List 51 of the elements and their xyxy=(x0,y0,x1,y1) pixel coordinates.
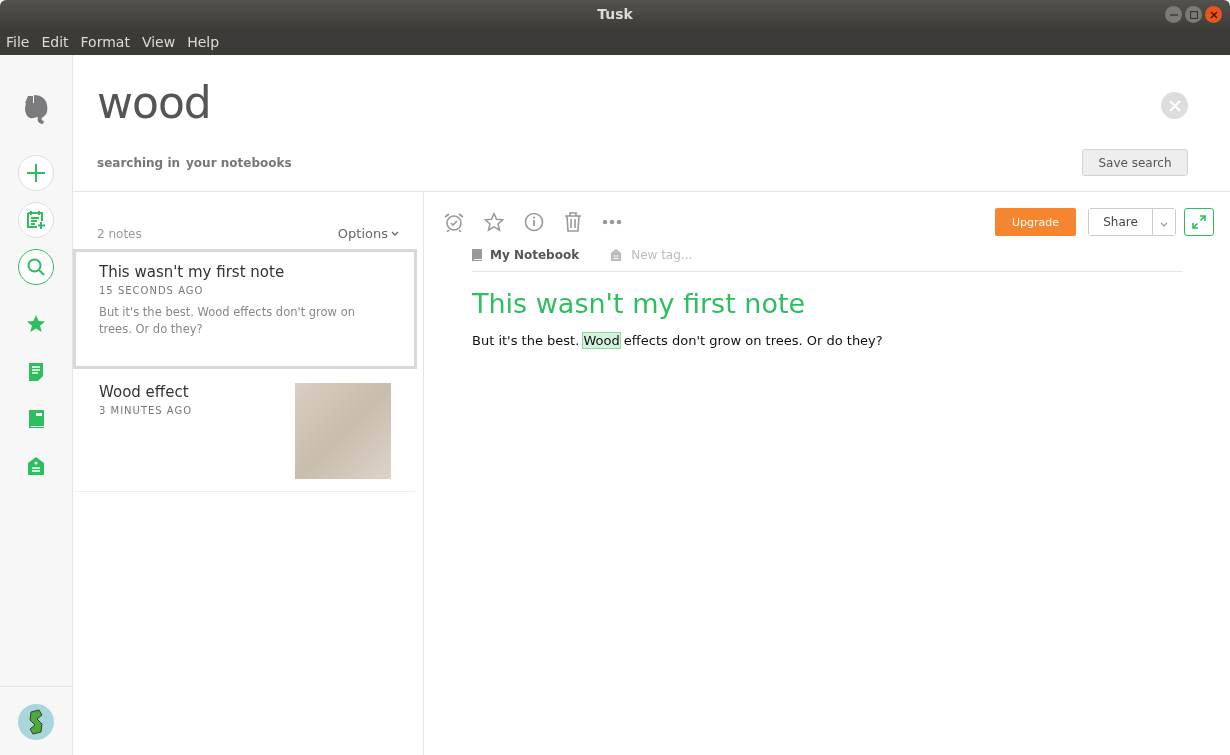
plus-icon xyxy=(26,163,46,183)
close-button[interactable] xyxy=(1205,6,1222,23)
info-icon[interactable] xyxy=(524,212,544,232)
save-search-button[interactable]: Save search xyxy=(1082,149,1188,176)
note-title: Wood effect xyxy=(99,383,190,401)
scope-label: searching in xyxy=(97,156,181,170)
more-icon[interactable] xyxy=(602,219,622,225)
note-count: 2 notes xyxy=(97,226,142,241)
star-outline-icon[interactable] xyxy=(484,212,504,232)
tag-icon[interactable] xyxy=(28,457,44,475)
note-icon[interactable] xyxy=(28,363,44,381)
minimize-button[interactable] xyxy=(1165,6,1182,23)
clear-search-button[interactable] xyxy=(1161,92,1188,119)
close-icon xyxy=(1209,10,1218,19)
alarm-clock-icon[interactable] xyxy=(444,212,464,232)
search-icon xyxy=(26,257,46,277)
note-card[interactable]: This wasn't my first note 15 SECONDS AGO But it's the best. Wood effects don't grow on trees. Or do they? xyxy=(73,249,417,369)
note-time: 15 SECONDS AGO xyxy=(99,285,205,296)
new-notebook-icon xyxy=(26,210,46,230)
note-time: 3 MINUTES AGO xyxy=(99,405,194,416)
trash-icon[interactable] xyxy=(564,212,582,232)
new-note-button[interactable] xyxy=(18,155,54,191)
chevron-down-icon xyxy=(1160,221,1168,227)
note-snippet: But it's the best. Wood effects don't grow on trees. Or do they? xyxy=(99,304,356,338)
search-button[interactable] xyxy=(18,249,54,285)
note-card[interactable]: Wood effect 3 MINUTES AGO xyxy=(73,369,417,492)
notebook-icon xyxy=(472,249,482,261)
note-body[interactable]: But it's the best. Wood effects don't grow on trees. Or do they? xyxy=(472,333,1183,348)
expand-button[interactable] xyxy=(1184,208,1214,236)
new-notebook-button[interactable] xyxy=(18,202,54,238)
tag-icon xyxy=(611,249,622,261)
maximize-button[interactable] xyxy=(1185,6,1202,23)
scope-selector[interactable]: your notebooks xyxy=(186,156,292,170)
menu-item[interactable]: Format xyxy=(80,33,130,50)
options-dropdown[interactable]: Options xyxy=(337,226,399,241)
notebook-selector[interactable]: My Notebook xyxy=(490,248,580,262)
note-title: This wasn't my first note xyxy=(99,263,286,281)
menu-item[interactable]: Edit xyxy=(41,33,69,50)
expand-icon xyxy=(1192,215,1206,229)
notebook-icon[interactable] xyxy=(28,410,44,428)
avatar[interactable] xyxy=(18,704,54,740)
menu-item[interactable]: View xyxy=(141,33,176,50)
share-button[interactable]: Share xyxy=(1089,209,1153,235)
search-query[interactable]: wood xyxy=(97,77,292,128)
menu-item[interactable]: Help xyxy=(187,33,220,50)
chevron-down-icon xyxy=(391,231,399,236)
window-title: Tusk xyxy=(597,6,633,22)
maximize-icon xyxy=(1189,10,1198,19)
star-icon[interactable] xyxy=(26,314,46,334)
close-icon xyxy=(1168,99,1181,112)
menu-item[interactable]: File xyxy=(6,33,30,50)
